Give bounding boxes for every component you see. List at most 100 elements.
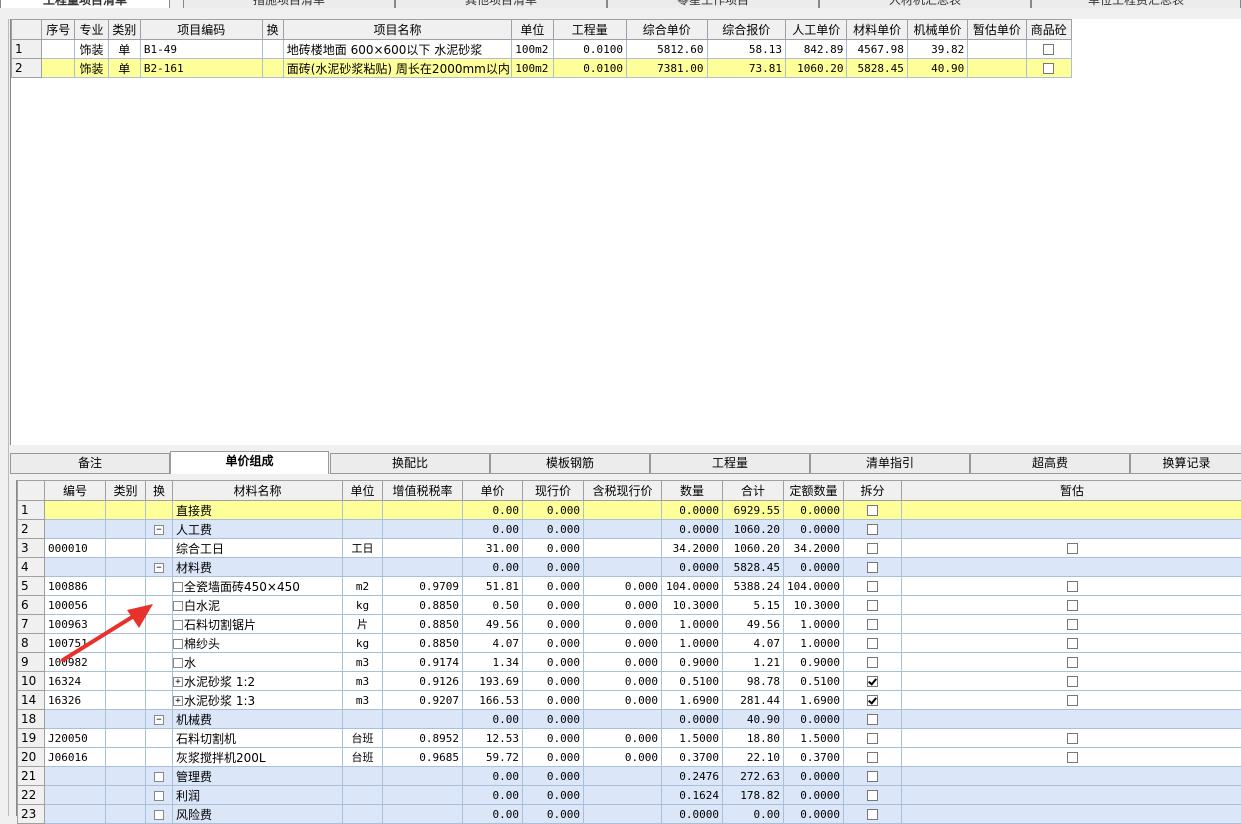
sum-cell[interactable]: 40.90 (723, 710, 784, 729)
price-cell[interactable]: 0.50 (463, 596, 523, 615)
current-price-cell[interactable]: 0.000 (523, 748, 584, 767)
split-cell[interactable] (844, 596, 902, 615)
split-checkbox[interactable] (867, 771, 878, 782)
seq-cell[interactable] (42, 59, 75, 78)
table-row[interactable]: 1饰装单B1-49地砖楼地面 600×600以下 水泥砂浆100m20.0100… (12, 40, 1072, 59)
material-name-cell[interactable]: 材料费 (173, 558, 343, 577)
sum-cell[interactable]: 22.10 (723, 748, 784, 767)
code-cell[interactable]: J06016 (45, 748, 106, 767)
material-name-cell[interactable]: 综合工日 (173, 539, 343, 558)
material-name-cell[interactable]: +水泥砂浆 1:3 (173, 691, 343, 710)
current-price-tax-cell[interactable] (584, 501, 662, 520)
quota-qty-cell[interactable]: 34.2000 (784, 539, 844, 558)
quantity-cell[interactable]: 0.9000 (662, 653, 723, 672)
swap-box-icon[interactable] (154, 810, 164, 820)
price-cell[interactable]: 4.07 (463, 634, 523, 653)
price-cell[interactable]: 0.00 (463, 786, 523, 805)
current-price-cell[interactable]: 0.000 (523, 558, 584, 577)
tab-other-items[interactable]: 其他项目清单 (395, 0, 607, 8)
code-cell[interactable] (45, 710, 106, 729)
estimate-cell[interactable] (902, 786, 1241, 805)
quantity-cell[interactable]: 0.0100 (553, 40, 626, 59)
swap-cell[interactable] (146, 539, 173, 558)
split-checkbox[interactable] (867, 657, 878, 668)
price-cell[interactable]: 0.00 (463, 710, 523, 729)
row-number[interactable]: 23 (18, 805, 45, 824)
material-name-cell[interactable]: 全瓷墙面砖450×450 (173, 577, 343, 596)
col-header[interactable]: 人工单价 (786, 20, 847, 40)
code-cell[interactable]: J20050 (45, 729, 106, 748)
current-price-tax-cell[interactable]: 0.000 (584, 577, 662, 596)
table-row[interactable]: 3000010综合工日工日31.000.00034.20001060.2034.… (18, 539, 1241, 558)
price-cell[interactable]: 193.69 (463, 672, 523, 691)
row-number[interactable]: 7 (18, 615, 45, 634)
split-cell[interactable] (844, 729, 902, 748)
code-cell[interactable]: B2-161 (140, 59, 262, 78)
unit-cell[interactable] (343, 520, 383, 539)
quantity-cell[interactable]: 0.0000 (662, 558, 723, 577)
tab-mix-replace[interactable]: 换配比 (330, 453, 490, 474)
current-price-tax-cell[interactable] (584, 558, 662, 577)
code-cell[interactable] (45, 805, 106, 824)
material-name-cell[interactable]: 管理费 (173, 767, 343, 786)
swap-cell[interactable]: − (146, 710, 173, 729)
code-cell[interactable]: 000010 (45, 539, 106, 558)
material-name-cell[interactable]: 人工费 (173, 520, 343, 539)
table-row[interactable]: 1416326+水泥砂浆 1:3m30.9207166.530.0000.000… (18, 691, 1241, 710)
split-cell[interactable] (844, 748, 902, 767)
row-number[interactable]: 1 (12, 40, 42, 59)
tax-rate-cell[interactable]: 0.8850 (383, 634, 463, 653)
row-number[interactable]: 14 (18, 691, 45, 710)
code-cell[interactable] (45, 767, 106, 786)
concrete-cell[interactable] (1026, 59, 1071, 78)
table-row[interactable]: 19J20050石料切割机台班0.895212.530.0000.0001.50… (18, 729, 1241, 748)
major-cell[interactable]: 饰装 (75, 40, 108, 59)
type-cell[interactable] (106, 786, 146, 805)
col-header[interactable]: 定额数量 (784, 481, 844, 501)
estimate-cell[interactable] (902, 596, 1241, 615)
col-header[interactable]: 数量 (662, 481, 723, 501)
type-cell[interactable] (106, 539, 146, 558)
tax-rate-cell[interactable] (383, 767, 463, 786)
expand-toggle-icon[interactable]: + (173, 696, 183, 706)
material-name-cell[interactable]: 白水泥 (173, 596, 343, 615)
col-header[interactable]: 项目名称 (283, 20, 512, 40)
tax-rate-cell[interactable] (383, 558, 463, 577)
estimate-cell[interactable] (902, 577, 1241, 596)
quota-qty-cell[interactable]: 0.0000 (784, 786, 844, 805)
unit-cell[interactable]: 台班 (343, 748, 383, 767)
corner-cell[interactable] (18, 481, 45, 501)
table-row[interactable]: 18−机械费0.000.0000.000040.900.0000 (18, 710, 1241, 729)
type-cell[interactable] (106, 691, 146, 710)
swap-cell[interactable] (146, 501, 173, 520)
current-price-tax-cell[interactable]: 0.000 (584, 596, 662, 615)
type-cell[interactable] (106, 501, 146, 520)
quota-qty-cell[interactable]: 0.5100 (784, 672, 844, 691)
current-price-cell[interactable]: 0.000 (523, 634, 584, 653)
quantity-cell[interactable]: 104.0000 (662, 577, 723, 596)
tax-rate-cell[interactable]: 0.9207 (383, 691, 463, 710)
swap-cell[interactable] (146, 729, 173, 748)
code-cell[interactable] (45, 558, 106, 577)
table-row[interactable]: 23风险费0.000.0000.00000.000.0000 (18, 805, 1241, 824)
row-number[interactable]: 5 (18, 577, 45, 596)
quantity-cell[interactable]: 0.0000 (662, 805, 723, 824)
col-header[interactable]: 单位 (512, 20, 553, 40)
split-checkbox[interactable] (867, 790, 878, 801)
type-cell[interactable] (106, 729, 146, 748)
split-checkbox[interactable] (867, 562, 878, 573)
quota-qty-cell[interactable]: 0.9000 (784, 653, 844, 672)
split-checkbox[interactable] (867, 581, 878, 592)
material-name-cell[interactable]: 机械费 (173, 710, 343, 729)
col-header[interactable]: 专业 (75, 20, 108, 40)
estimate-checkbox[interactable] (1067, 619, 1078, 630)
current-price-tax-cell[interactable] (584, 767, 662, 786)
type-cell[interactable] (106, 805, 146, 824)
quota-qty-cell[interactable]: 104.0000 (784, 577, 844, 596)
unit-cell[interactable] (343, 558, 383, 577)
code-cell[interactable] (45, 520, 106, 539)
quantity-cell[interactable]: 1.6900 (662, 691, 723, 710)
unit-cell[interactable] (343, 767, 383, 786)
col-header[interactable]: 工程量 (553, 20, 626, 40)
tab-sporadic-work[interactable]: 零星工作项目 (607, 0, 819, 8)
